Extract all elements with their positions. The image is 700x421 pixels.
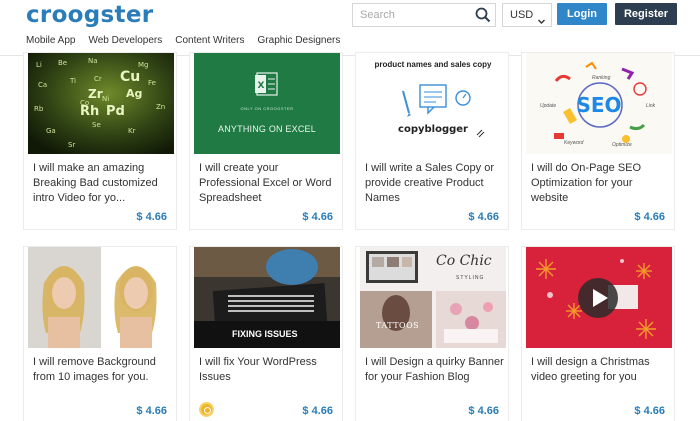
search-input[interactable] [353, 4, 471, 26]
svg-text:Ag: Ag [126, 87, 142, 100]
svg-text:Mg: Mg [138, 61, 148, 69]
thumbnail-brand: copyblogger [398, 124, 468, 135]
login-button[interactable]: Login [557, 3, 607, 25]
thumbnail-signature: Co Chic [436, 253, 492, 269]
gig-price: $ 4.66 [302, 405, 333, 417]
gig-price: $ 4.66 [136, 211, 167, 223]
gig-thumbnail[interactable]: Co Chic STYLING TATTOOS [360, 247, 506, 348]
svg-text:Ca: Ca [38, 81, 47, 89]
svg-text:Ga: Ga [46, 127, 56, 135]
svg-text:Ni: Ni [102, 95, 109, 103]
svg-text:Li: Li [36, 61, 42, 69]
svg-text:Ti: Ti [69, 77, 76, 85]
seo-word: Keyword [564, 140, 584, 146]
play-video-icon[interactable] [577, 277, 619, 319]
register-button[interactable]: Register [615, 3, 677, 25]
gig-title[interactable]: I will remove Background from 10 images … [33, 355, 173, 385]
gig-price: $ 4.66 [468, 211, 499, 223]
search-box [352, 3, 496, 27]
thumbnail-caption: ANYTHING ON EXCEL [218, 124, 316, 134]
category-nav: Mobile App Web Developers Content Writer… [26, 34, 353, 50]
svg-text:Sr: Sr [68, 141, 75, 149]
svg-text:Cr: Cr [94, 75, 102, 83]
svg-text:Fe: Fe [148, 79, 156, 87]
gig-title[interactable]: I will do On-Page SEO Optimization for y… [531, 161, 671, 206]
gig-thumbnail[interactable] [28, 247, 174, 348]
gig-title[interactable]: I will write a Sales Copy or provide cre… [365, 161, 505, 206]
gig-title[interactable]: I will design a Christmas video greeting… [531, 355, 671, 385]
gig-card[interactable]: I will remove Background from 10 images … [23, 246, 177, 421]
gig-thumbnail[interactable]: SEO Keyword Optimize Update Link Ranking [526, 53, 672, 154]
gig-price: $ 4.66 [302, 211, 333, 223]
gig-card[interactable]: SEO Keyword Optimize Update Link Ranking… [521, 52, 675, 230]
gig-price: $ 4.66 [468, 405, 499, 417]
gig-title[interactable]: I will create your Professional Excel or… [199, 161, 339, 206]
svg-text:Rb: Rb [34, 105, 44, 113]
gig-thumbnail[interactable]: FIXING ISSUES [194, 247, 340, 348]
svg-text:Zn: Zn [156, 103, 165, 111]
svg-text:Cu: Cu [120, 69, 140, 85]
svg-text:Zr: Zr [88, 87, 103, 101]
svg-text:Be: Be [58, 59, 67, 67]
chevron-down-icon [538, 11, 545, 24]
nav-item-mobile-app[interactable]: Mobile App [26, 34, 75, 50]
svg-text:Se: Se [92, 121, 101, 129]
site-header: croogster USD Login Register Mobile App … [0, 0, 700, 56]
seo-word: Link [646, 103, 656, 109]
gig-card[interactable]: product names and sales copy copyblogger… [355, 52, 509, 230]
seller-level-badge-icon [199, 402, 214, 417]
gig-price: $ 4.66 [136, 405, 167, 417]
gig-price: $ 4.66 [634, 405, 665, 417]
svg-text:X: X [258, 81, 265, 91]
currency-select[interactable]: USD [502, 3, 552, 27]
gig-thumbnail[interactable]: Li Be Na Mg Ca Ti Cr Fe Rb Co Ni Zn Ga Se Kr Sr Cu Z… [28, 53, 174, 154]
gig-thumbnail[interactable]: product names and sales copy copyblogger [360, 53, 506, 154]
svg-text:Na: Na [88, 57, 98, 65]
nav-item-graphic-designers[interactable]: Graphic Designers [258, 34, 341, 50]
svg-text:Pd: Pd [106, 104, 125, 119]
gig-price: $ 4.66 [634, 211, 665, 223]
thumbnail-caption: STYLING [456, 275, 485, 281]
gig-thumbnail[interactable] [526, 247, 672, 348]
gig-title[interactable]: I will Design a quirky Banner for your F… [365, 355, 505, 385]
thumbnail-caption: FIXING ISSUES [232, 329, 298, 339]
thumbnail-caption: TATTOOS [376, 321, 420, 330]
gig-card[interactable]: Co Chic STYLING TATTOOS I will Design a … [355, 246, 509, 421]
gig-card[interactable]: Li Be Na Mg Ca Ti Cr Fe Rb Co Ni Zn Ga Se Kr Sr Cu Z… [23, 52, 177, 230]
seo-word: Ranking [592, 75, 611, 81]
site-logo[interactable]: croogster [26, 2, 153, 28]
gig-card[interactable]: X ONLY ON CROOGSTER ANYTHING ON EXCEL I … [189, 52, 343, 230]
gig-card[interactable]: FIXING ISSUES I will fix Your WordPress … [189, 246, 343, 421]
gig-title[interactable]: I will fix Your WordPress Issues [199, 355, 339, 385]
svg-text:Rh: Rh [80, 104, 99, 119]
currency-value: USD [510, 9, 534, 21]
nav-item-content-writers[interactable]: Content Writers [175, 34, 244, 50]
gig-thumbnail[interactable]: X ONLY ON CROOGSTER ANYTHING ON EXCEL [194, 53, 340, 154]
thumbnail-caption: ONLY ON CROOGSTER [240, 106, 294, 111]
nav-item-web-developers[interactable]: Web Developers [88, 34, 162, 50]
search-icon[interactable] [474, 6, 492, 24]
seo-word: Update [540, 103, 557, 109]
seo-word: Optimize [612, 142, 632, 148]
gig-title[interactable]: I will make an amazing Breaking Bad cust… [33, 161, 173, 206]
gig-card[interactable]: I will design a Christmas video greeting… [521, 246, 675, 421]
svg-text:Kr: Kr [128, 127, 136, 135]
